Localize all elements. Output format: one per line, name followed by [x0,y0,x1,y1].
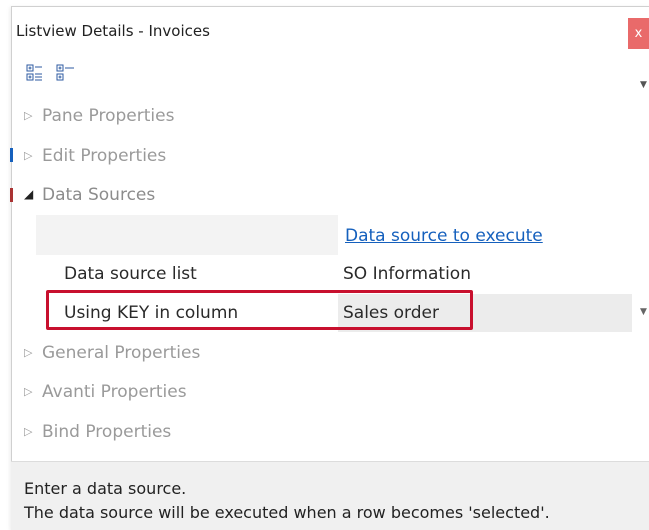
expand-arrow-icon: ▷ [24,149,33,162]
edge-marker [10,148,13,162]
section-edit-properties[interactable]: ▷ Edit Properties [24,146,166,166]
description-line-1: Enter a data source. [24,479,187,498]
section-label: Bind Properties [42,422,172,442]
expand-all-icon[interactable] [26,64,48,84]
section-avanti-properties[interactable]: ▷ Avanti Properties [24,382,187,402]
close-button[interactable]: x [628,18,649,49]
data-source-list-label: Data source list [64,264,197,284]
expand-arrow-icon: ▷ [24,109,33,122]
expand-arrow-icon: ▷ [24,346,33,359]
key-column-dropdown-icon[interactable]: ▼ [640,307,647,317]
highlight-box [46,290,473,330]
section-label: Data Sources [42,185,156,205]
panel-title: Listview Details - Invoices [16,22,210,40]
section-label: Pane Properties [42,106,175,126]
description-panel: Enter a data source. The data source wil… [11,461,649,530]
section-data-sources[interactable]: ◢ Data Sources [24,185,155,205]
section-label: Edit Properties [42,146,167,166]
edge-marker [10,188,13,202]
section-label: Avanti Properties [42,382,187,402]
expand-arrow-icon: ▷ [24,425,33,438]
section-label: General Properties [42,343,201,363]
section-general-properties[interactable]: ▷ General Properties [24,343,200,363]
data-source-list-value[interactable]: SO Information [343,264,471,284]
collapse-all-icon[interactable] [56,64,78,84]
data-source-to-execute-link[interactable]: Data source to execute [345,226,543,246]
section-pane-properties[interactable]: ▷ Pane Properties [24,106,174,126]
data-source-blank-cell [36,215,338,255]
section-bind-properties[interactable]: ▷ Bind Properties [24,422,171,442]
expand-arrow-icon: ▷ [24,385,33,398]
description-line-2: The data source will be executed when a … [24,503,550,522]
toolbar-dropdown-icon[interactable]: ▼ [640,80,647,90]
collapse-arrow-icon: ◢ [24,187,34,201]
